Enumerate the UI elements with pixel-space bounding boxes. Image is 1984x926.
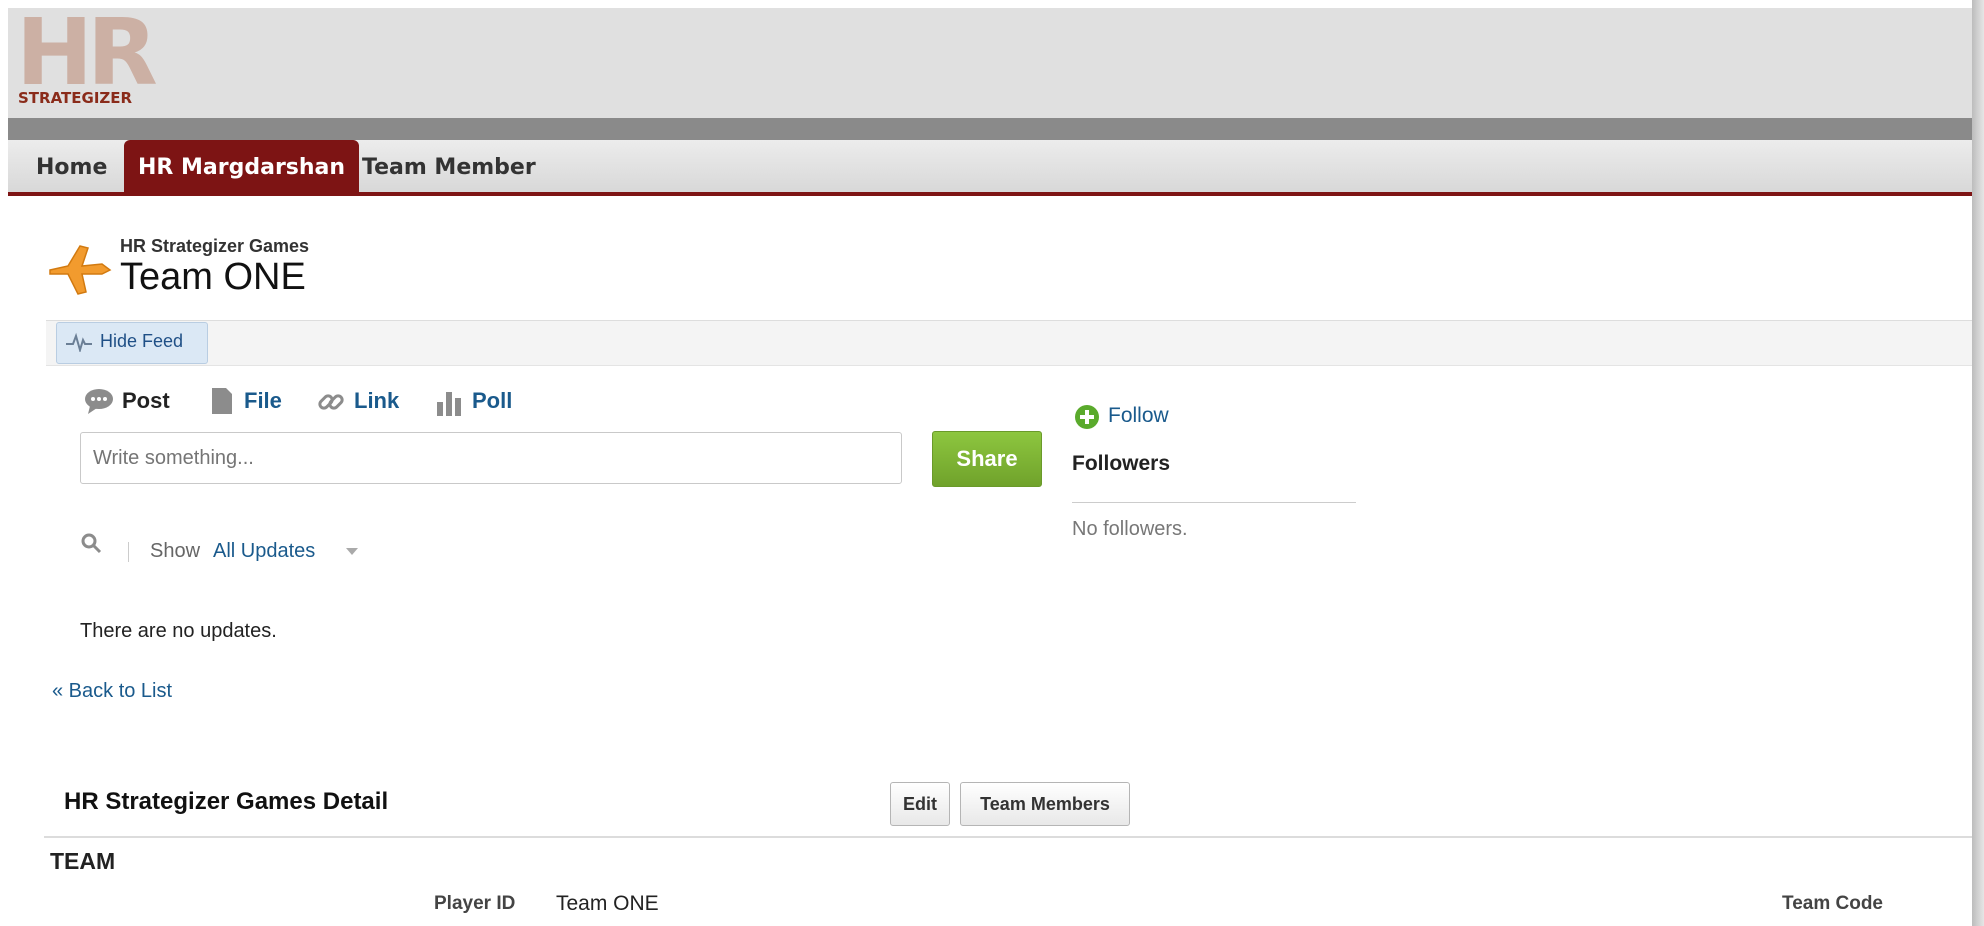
hide-feed-label[interactable]: Hide Feed bbox=[100, 331, 183, 352]
share-button[interactable]: Share bbox=[932, 431, 1042, 487]
tab-hr-margdarshan[interactable]: HR Margdarshan bbox=[124, 140, 360, 192]
tab-team-member[interactable]: Team Member bbox=[350, 140, 548, 192]
follow-link[interactable]: Follow bbox=[1108, 404, 1169, 428]
chat-bubble-icon bbox=[84, 388, 114, 419]
followers-empty-message: No followers. bbox=[1072, 518, 1188, 540]
hr-strategizer-logo[interactable]: HR STRATEGIZER bbox=[12, 0, 182, 108]
app-header bbox=[8, 8, 1976, 118]
chevron-down-icon[interactable] bbox=[346, 548, 358, 555]
record-title: Team ONE bbox=[120, 256, 306, 298]
feed-toolbar bbox=[46, 320, 1984, 366]
plus-circle-icon[interactable] bbox=[1074, 404, 1100, 430]
record-object-type: HR Strategizer Games bbox=[120, 236, 310, 256]
publisher-tab-poll[interactable]: Poll bbox=[472, 388, 512, 414]
logo-text: STRATEGIZER bbox=[18, 89, 133, 107]
tab-bar-underline bbox=[8, 192, 1976, 196]
team-code-label: Team Code bbox=[1782, 893, 1884, 914]
show-filter-value[interactable]: All Updates bbox=[213, 540, 315, 563]
post-input[interactable] bbox=[80, 432, 902, 484]
publisher-tab-file[interactable]: File bbox=[244, 388, 282, 414]
link-icon bbox=[316, 388, 346, 421]
filter-separator bbox=[128, 542, 129, 562]
followers-heading: Followers bbox=[1072, 452, 1171, 475]
show-filter-label: Show bbox=[150, 540, 201, 562]
detail-divider bbox=[44, 836, 1984, 838]
team-members-button[interactable]: Team Members bbox=[960, 782, 1130, 826]
header-divider-bar bbox=[8, 118, 1976, 140]
poll-icon bbox=[436, 388, 464, 421]
team-section-heading: TEAM bbox=[50, 848, 116, 874]
followers-divider bbox=[1072, 502, 1356, 503]
detail-section-title: HR Strategizer Games Detail bbox=[64, 788, 389, 815]
airplane-icon bbox=[46, 240, 114, 298]
publisher-tab-post[interactable]: Post bbox=[122, 388, 170, 414]
window-right-edge bbox=[1972, 0, 1984, 926]
feed-empty-message: There are no updates. bbox=[80, 620, 277, 642]
feed-pulse-icon bbox=[66, 332, 92, 354]
edit-button[interactable]: Edit bbox=[890, 782, 950, 826]
file-icon bbox=[210, 386, 234, 421]
tab-home[interactable]: Home bbox=[24, 140, 119, 192]
player-id-label: Player ID bbox=[434, 893, 516, 914]
back-to-list-link[interactable]: « Back to List bbox=[52, 680, 172, 703]
search-icon[interactable] bbox=[80, 532, 104, 556]
player-id-value: Team ONE bbox=[556, 892, 659, 915]
publisher-tab-link[interactable]: Link bbox=[354, 388, 399, 414]
